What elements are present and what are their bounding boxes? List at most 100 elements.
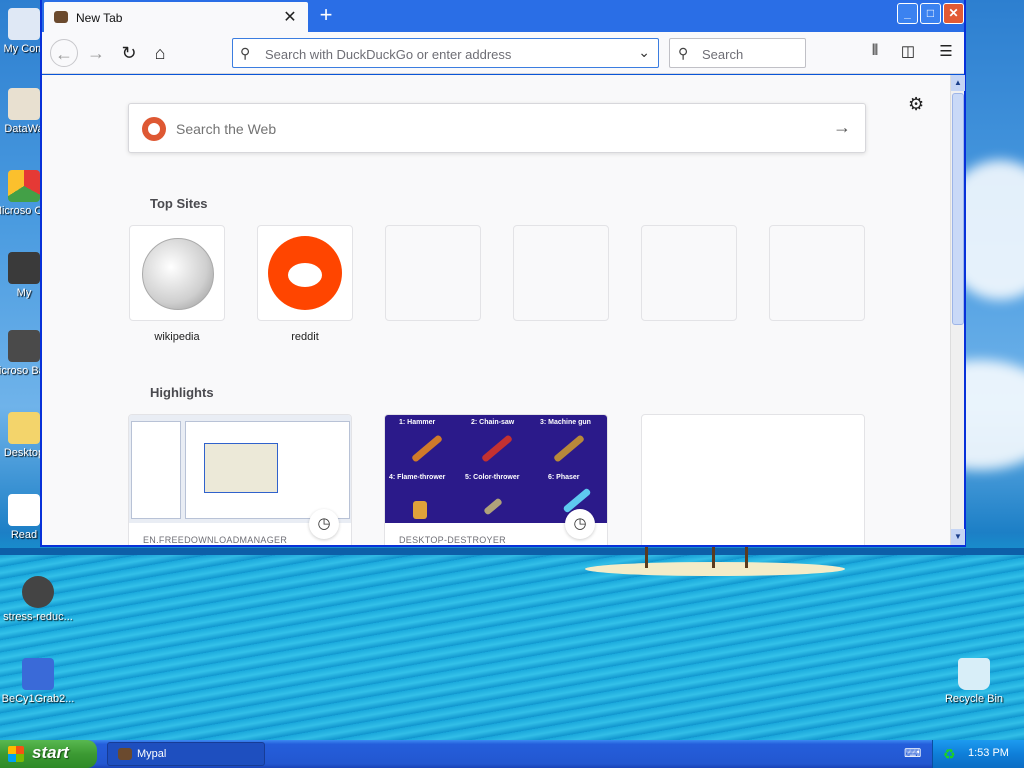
desktop-icon-label: BeCy1Grab2... [1, 693, 75, 705]
taskbar-item-label: Mypal [137, 748, 167, 760]
menu-button[interactable]: ☰ [935, 42, 957, 64]
keyboard-icon[interactable]: ⌨ [904, 746, 921, 760]
clock-time: 1:53 PM [968, 747, 1009, 759]
arrow-right-icon[interactable]: → [833, 117, 851, 138]
top-site-reddit[interactable] [257, 225, 353, 321]
search-icon: ⚲ [678, 45, 689, 61]
thumbnail-label: 6: Phaser [548, 474, 580, 481]
top-site-placeholder[interactable] [385, 225, 481, 321]
back-button[interactable]: ← [50, 39, 78, 67]
taskbar-item-mypal[interactable]: Mypal [107, 742, 265, 766]
desktop-icon-becygrab[interactable]: BeCy1Grab2... [0, 658, 76, 705]
close-window-button[interactable]: ✕ [943, 3, 964, 24]
navigation-toolbar: ← → ↻ ⌂ ⚲ Search with DuckDuckGo or ente… [42, 32, 964, 74]
address-bar[interactable]: ⚲ Search with DuckDuckGo or enter addres… [232, 38, 659, 68]
search-bar[interactable]: ⚲ Search [669, 38, 806, 68]
top-site-wikipedia[interactable] [129, 225, 225, 321]
duckduckgo-icon [142, 117, 166, 141]
home-icon: ⌂ [154, 43, 166, 63]
sidebar-button[interactable]: ◫ [897, 42, 919, 64]
search-icon: ⚲ [240, 45, 251, 61]
desktop-icon-label: Recycle Bin [944, 693, 1004, 705]
scroll-down-arrow-icon[interactable]: ▼ [951, 529, 965, 545]
thumbnail-label: 1: Hammer [399, 419, 436, 426]
island [585, 562, 845, 576]
palm-tree [745, 546, 748, 568]
taskbar: start Mypal ⌨ ♻ 1:53 PM [0, 740, 1024, 768]
vertical-scrollbar[interactable]: ▲ ▼ [950, 75, 965, 545]
web-search-placeholder: Search the Web [176, 121, 277, 137]
machine-gun-icon [552, 434, 586, 463]
highlight-card[interactable]: ◷ EN.FREEDOWNLOADMANAGER [128, 414, 352, 545]
minimize-button[interactable]: _ [897, 3, 918, 24]
recycle-bin-icon [958, 658, 990, 690]
chainsaw-icon [480, 434, 514, 463]
tab-close-icon[interactable]: ✕ [282, 7, 298, 27]
reddit-alien-icon [268, 236, 342, 310]
thumbnail-label: 2: Chain-saw [471, 419, 515, 426]
tab-new-tab[interactable]: New Tab ✕ [44, 2, 308, 32]
chevron-down-icon[interactable]: ⌄ [638, 44, 650, 61]
thumbnail-dialog [204, 443, 278, 493]
user-icon [8, 252, 40, 284]
thumbnail-label: 3: Machine gun [540, 419, 591, 426]
mypal-favicon-icon [54, 11, 68, 23]
refresh-tray-icon[interactable]: ♻ [943, 746, 959, 762]
hamburger-menu-icon: ☰ [939, 43, 953, 60]
sidebar-icon: ◫ [900, 43, 916, 60]
thumbnail-label: 4: Flame-thrower [389, 474, 446, 481]
visual-cpp-icon [8, 170, 40, 202]
home-button[interactable]: ⌂ [146, 39, 174, 67]
windows-logo-icon [8, 746, 24, 762]
highlights-title: Highlights [150, 385, 214, 400]
desktop-icon-stress-reduc[interactable]: stress-reduc... [0, 576, 76, 623]
sea [0, 555, 1024, 740]
top-site-label: wikipedia [154, 331, 200, 343]
clock-icon: ◷ [309, 509, 339, 539]
reddit-face [288, 263, 322, 287]
hammer-icon [410, 434, 444, 463]
title-bar[interactable]: New Tab ✕ + _ □ ✕ [42, 0, 964, 32]
start-label: start [32, 743, 69, 762]
top-site-placeholder[interactable] [769, 225, 865, 321]
arrow-right-icon: → [87, 43, 105, 63]
new-tab-button[interactable]: + [314, 2, 338, 28]
start-button[interactable]: start [0, 740, 97, 768]
folder-icon [8, 412, 40, 444]
browser-window: New Tab ✕ + _ □ ✕ ← → ↻ ⌂ ⚲ Search with … [40, 0, 966, 547]
library-button[interactable]: ⫴ [864, 42, 886, 64]
forward-button[interactable]: → [82, 39, 110, 67]
top-sites-title: Top Sites [150, 196, 208, 211]
document-icon [8, 494, 40, 526]
search-placeholder: Search [702, 47, 744, 62]
reload-button[interactable]: ↻ [115, 39, 143, 67]
thumbnail-pane [131, 421, 181, 519]
system-tray: ♻ 1:53 PM [932, 740, 1024, 768]
visual-basic-icon [8, 330, 40, 362]
scrollbar-thumb[interactable] [952, 93, 964, 325]
thumbnail-label: 5: Color-thrower [465, 474, 520, 481]
gear-icon[interactable]: ⚙ [908, 94, 924, 115]
mypal-icon [118, 748, 132, 760]
highlight-source: DESKTOP-DESTROYER [399, 535, 506, 545]
highlight-source: EN.FREEDOWNLOADMANAGER [143, 535, 288, 545]
desktop-icon-recycle-bin[interactable]: Recycle Bin [936, 658, 1012, 705]
scroll-up-arrow-icon[interactable]: ▲ [951, 75, 965, 91]
wikipedia-globe-icon [142, 238, 214, 310]
tab-title: New Tab [76, 11, 123, 25]
highlight-thumbnail [129, 415, 351, 523]
top-site-placeholder[interactable] [641, 225, 737, 321]
web-search-box[interactable]: Search the Web → [128, 103, 866, 153]
color-thrower-icon [483, 497, 503, 516]
top-site-label: reddit [291, 331, 319, 343]
shortcut-icon [22, 576, 54, 608]
new-tab-page: ⚙ Search the Web → Top Sites wikipedia r… [42, 75, 950, 545]
top-site-placeholder[interactable] [513, 225, 609, 321]
maximize-button[interactable]: □ [920, 3, 941, 24]
clock-icon: ◷ [565, 509, 595, 539]
palm-tree [712, 546, 715, 568]
application-icon [22, 658, 54, 690]
flame-thrower-icon [413, 501, 427, 519]
desktop-icon-label: stress-reduc... [3, 611, 73, 623]
highlight-card[interactable]: 1: Hammer 2: Chain-saw 3: Machine gun 4:… [384, 414, 608, 545]
